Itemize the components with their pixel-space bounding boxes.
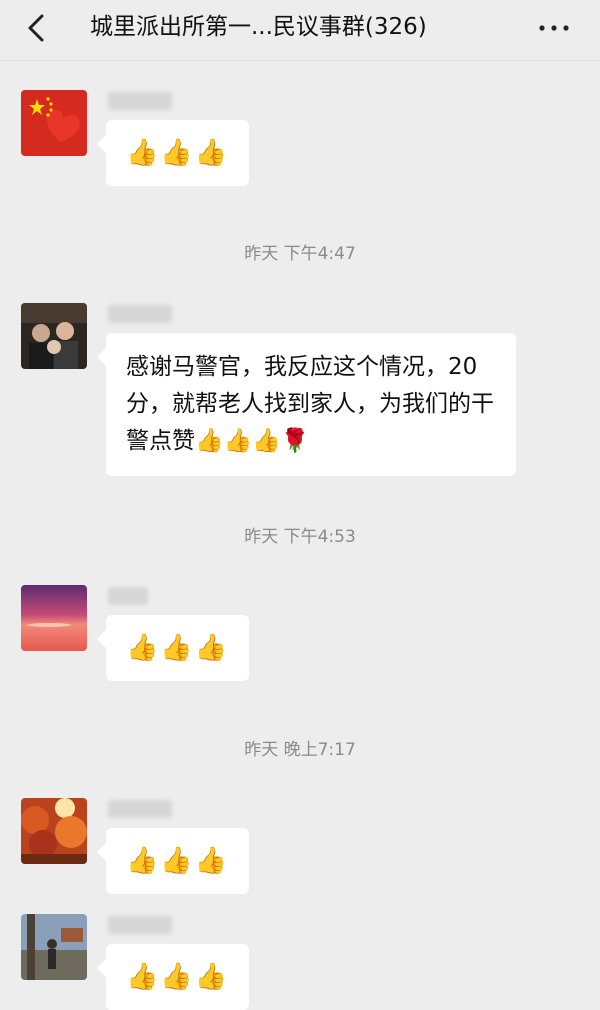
message-bubble[interactable]: 👍👍👍 [96,120,250,186]
chat-title: 城里派出所第一...民议事群(326) [90,14,427,40]
message-bubble[interactable]: 👍👍👍 [96,615,250,681]
sunset-avatar-icon [21,585,87,651]
timestamp: 昨天 下午4:53 [244,527,356,547]
timestamp: 昨天 晚上7:17 [244,740,356,760]
sender-name-redacted [108,916,172,934]
more-dots-icon [539,25,569,31]
message-bubble[interactable]: 👍👍👍 [96,828,250,894]
back-button[interactable] [18,8,58,48]
avatar-autumn-trees[interactable] [21,798,87,864]
message-bubble[interactable]: 👍👍👍 [96,944,250,1010]
group-photo-avatar-icon [21,303,87,369]
sender-name-redacted [108,92,172,110]
avatar-sunset[interactable] [21,585,87,651]
autumn-trees-avatar-icon [21,798,87,864]
sender-name-redacted [108,587,148,605]
person-outdoors-avatar-icon [21,914,87,980]
avatar-flag-heart[interactable] [21,90,87,156]
timestamp: 昨天 下午4:47 [244,244,356,264]
more-options-button[interactable] [534,8,574,48]
message-bubble[interactable]: 感谢马警官，我反应这个情况，20 分，就帮老人找到家人，为我们的干警点赞👍👍👍🌹 [97,333,516,476]
chat-header: 城里派出所第一...民议事群(326) [0,0,600,61]
flag-heart-avatar-icon [21,90,87,156]
sender-name-redacted [108,800,172,818]
avatar-group-photo[interactable] [21,303,87,369]
chevron-left-icon [28,14,44,42]
avatar-person-outdoors[interactable] [21,914,87,980]
sender-name-redacted [108,305,172,323]
